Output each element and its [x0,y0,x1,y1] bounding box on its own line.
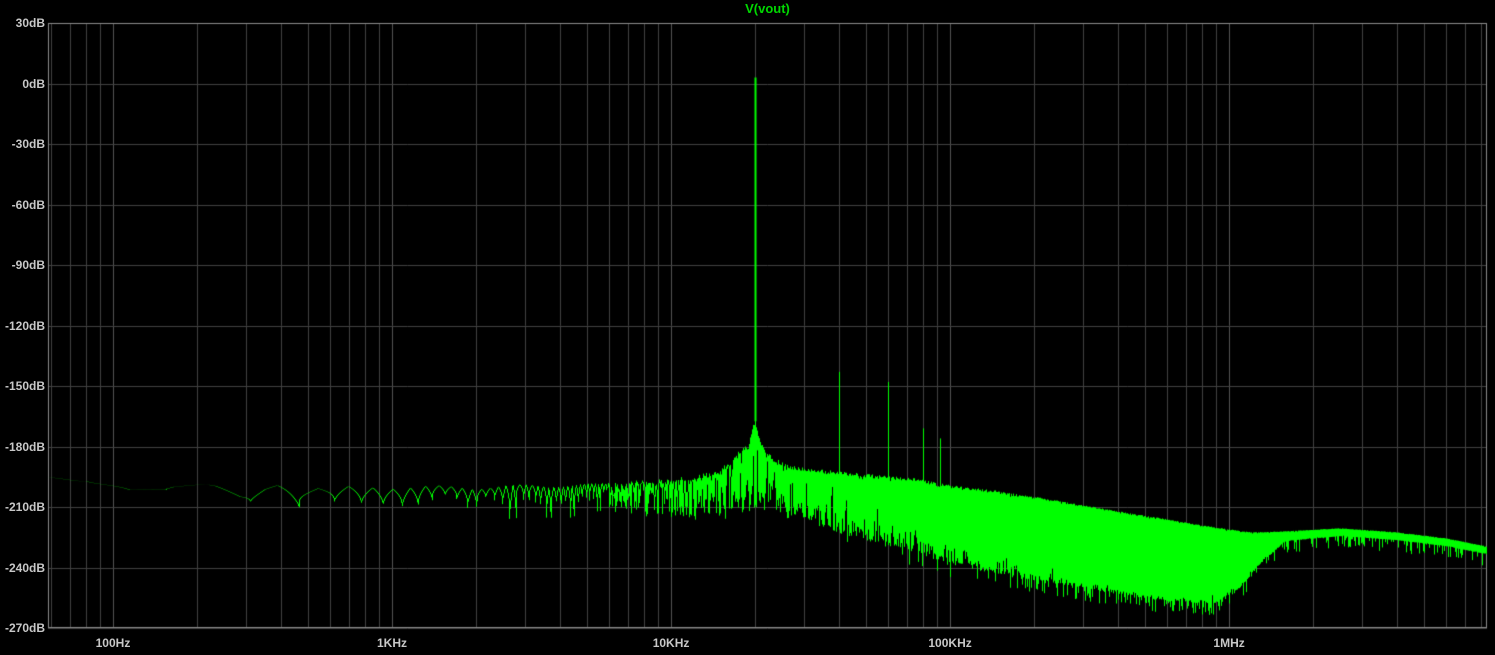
fft-plot-canvas[interactable] [0,0,1495,655]
y-axis-label: -120dB [0,318,45,334]
x-axis-label: 100Hz [73,636,153,650]
y-axis-label: -180dB [0,439,45,455]
y-axis-label: -30dB [0,136,45,152]
x-axis-label: 10KHz [631,636,711,650]
y-axis-label: -210dB [0,499,45,515]
waveform-viewer-pane: V(vout) 30dB 0dB -30dB -60dB -90dB -120dB -150… [0,0,1495,655]
x-axis-label: 1KHz [352,636,432,650]
y-axis-label: -240dB [0,560,45,576]
x-axis-label: 1MHz [1189,636,1269,650]
y-axis-label: -60dB [0,197,45,213]
trace-legend-label[interactable]: V(vout) [48,1,1487,16]
y-axis-label: 0dB [0,76,45,92]
y-axis-label: -270dB [0,620,45,636]
y-axis-label: -150dB [0,378,45,394]
x-axis-label: 100KHz [910,636,990,650]
y-axis-label: 30dB [0,15,45,31]
y-axis-label: -90dB [0,257,45,273]
